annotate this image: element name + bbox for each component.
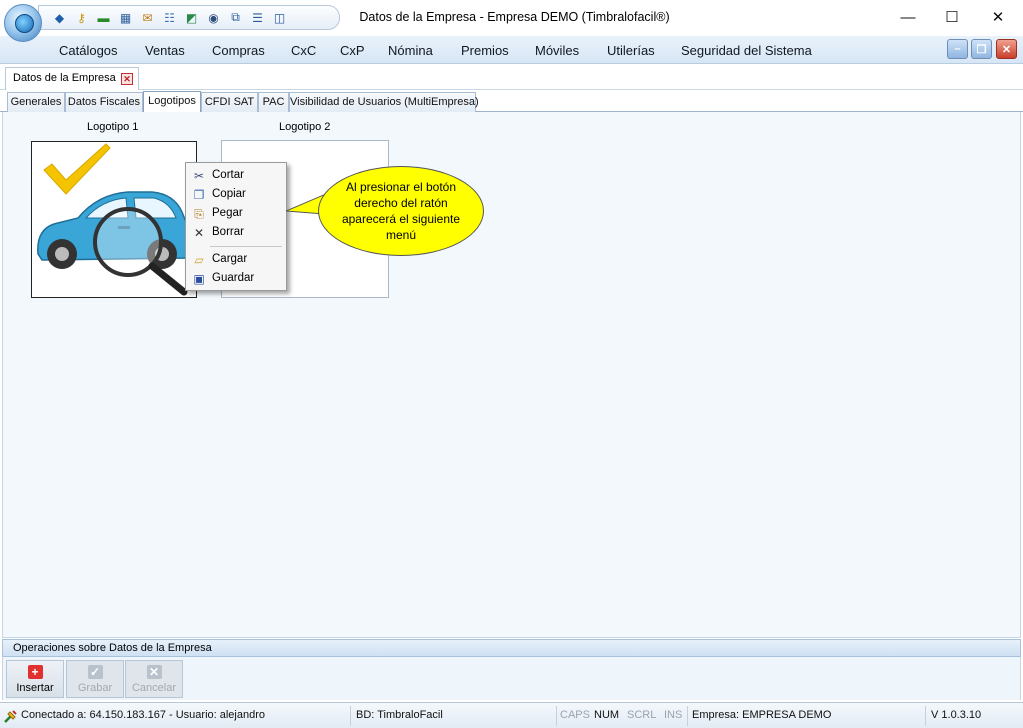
menu-compras[interactable]: Compras xyxy=(212,43,265,58)
mdi-close-icon: ✕ xyxy=(1001,43,1012,56)
context-menu-cargar[interactable]: ▱ Cargar xyxy=(186,250,286,269)
document-tab-strip: Datos de la Empresa ✕ xyxy=(0,64,1023,90)
check-icon: ✓ xyxy=(87,665,103,679)
app-menu-orb-icon[interactable] xyxy=(4,4,42,42)
menu-nomina[interactable]: Nómina xyxy=(388,43,433,58)
car-search-logo-icon xyxy=(37,143,193,296)
insertar-button[interactable]: + Insertar xyxy=(6,660,64,698)
operations-toolbar: + Insertar ✓ Grabar ✕ Cancelar xyxy=(2,657,1021,700)
status-database: BD: TimbraloFacil xyxy=(356,709,443,721)
tab-logotipos[interactable]: Logotipos xyxy=(143,91,201,113)
tab-generales[interactable]: Generales xyxy=(7,92,65,112)
logo1-image-box[interactable] xyxy=(31,141,197,298)
folder-open-icon: ▱ xyxy=(194,253,204,267)
document-tab-label: Datos de la Empresa xyxy=(13,72,116,84)
context-menu-pegar[interactable]: ⎘ Pegar xyxy=(186,204,286,223)
tab-visibilidad-usuarios[interactable]: Visibilidad de Usuarios (MultiEmpresa) xyxy=(289,92,479,112)
delete-icon: ✕ xyxy=(193,226,205,240)
save-icon: ▣ xyxy=(193,272,205,286)
menu-bar: Catálogos Ventas Compras CxC CxP Nómina … xyxy=(0,36,1023,64)
close-icon: ✕ xyxy=(991,9,1005,26)
status-scrl: SCRL xyxy=(627,709,657,721)
context-menu-label: Pegar xyxy=(212,207,243,219)
menu-catalogos[interactable]: Catálogos xyxy=(59,43,118,58)
status-separator xyxy=(350,706,351,726)
context-menu-borrar[interactable]: ✕ Borrar xyxy=(186,223,286,242)
maximize-button[interactable]: ☐ xyxy=(929,4,975,30)
menu-cxp[interactable]: CxP xyxy=(340,43,365,58)
close-button[interactable]: ✕ xyxy=(975,4,1021,30)
document-tab[interactable]: Datos de la Empresa ✕ xyxy=(5,67,139,90)
maximize-icon: ☐ xyxy=(945,9,959,26)
status-bar: Conectado a: 64.150.183.167 - Usuario: a… xyxy=(0,702,1023,728)
context-menu-label: Guardar xyxy=(212,272,255,284)
status-separator xyxy=(687,706,688,726)
connection-plug-icon xyxy=(4,710,17,723)
context-menu-label: Cargar xyxy=(212,253,248,265)
tab-datos-fiscales[interactable]: Datos Fiscales xyxy=(65,92,143,112)
status-company: Empresa: EMPRESA DEMO xyxy=(692,709,832,721)
minimize-button[interactable]: — xyxy=(885,4,931,30)
menu-cxc[interactable]: CxC xyxy=(291,43,316,58)
paste-icon: ⎘ xyxy=(194,207,204,221)
context-menu: ✂ Cortar ❐ Copiar ⎘ Pegar ✕ Borrar ▱ Car… xyxy=(185,162,287,291)
mdi-close-button[interactable]: ✕ xyxy=(996,39,1017,59)
title-bar: ◆ ⚷ ▬ ▦ ✉ ☷ ◩ ◉ ⧉ ☰ ◫ Datos de la Empres… xyxy=(0,0,1023,42)
mdi-restore-button[interactable]: ❐ xyxy=(971,39,992,59)
context-menu-label: Cortar xyxy=(212,169,244,181)
add-icon: + xyxy=(27,665,43,679)
context-menu-copiar[interactable]: ❐ Copiar xyxy=(186,185,286,204)
property-tabs: Generales Datos Fiscales Logotipos CFDI … xyxy=(0,90,1023,113)
status-version: V 1.0.3.10 xyxy=(931,709,982,721)
cancelar-button[interactable]: ✕ Cancelar xyxy=(125,660,183,698)
context-menu-guardar[interactable]: ▣ Guardar xyxy=(186,269,286,288)
cancel-icon: ✕ xyxy=(146,665,162,679)
tab-cfdi-sat[interactable]: CFDI SAT xyxy=(201,92,258,112)
menu-moviles[interactable]: Móviles xyxy=(535,43,579,58)
mdi-minimize-icon: – xyxy=(954,43,961,55)
context-menu-label: Borrar xyxy=(212,226,244,238)
tab-pac[interactable]: PAC xyxy=(258,92,289,112)
logo2-label: Logotipo 2 xyxy=(279,121,331,133)
window-title: Datos de la Empresa - Empresa DEMO (Timb… xyxy=(359,10,670,24)
context-menu-separator xyxy=(210,246,282,247)
status-connection: Conectado a: 64.150.183.167 - Usuario: a… xyxy=(21,709,266,721)
menu-utilerias[interactable]: Utilerías xyxy=(607,43,655,58)
status-num: NUM xyxy=(594,709,620,721)
copy-icon: ❐ xyxy=(193,188,205,202)
status-separator xyxy=(925,706,926,726)
operations-header: Operaciones sobre Datos de la Empresa xyxy=(2,639,1021,657)
context-menu-label: Copiar xyxy=(212,188,246,200)
grabar-label: Grabar xyxy=(77,682,113,694)
insertar-label: Insertar xyxy=(16,682,54,694)
status-caps: CAPS xyxy=(560,709,590,721)
menu-ventas[interactable]: Ventas xyxy=(145,43,185,58)
grabar-button[interactable]: ✓ Grabar xyxy=(66,660,124,698)
logo1-label: Logotipo 1 xyxy=(87,121,139,133)
callout-text: Al presionar el botón derecho del ratón … xyxy=(341,180,461,242)
mdi-restore-icon: ❐ xyxy=(976,43,987,56)
cancelar-label: Cancelar xyxy=(131,682,177,694)
status-ins: INS xyxy=(664,709,683,721)
scissors-icon: ✂ xyxy=(193,169,205,183)
menu-seguridad[interactable]: Seguridad del Sistema xyxy=(681,43,812,58)
mdi-minimize-button[interactable]: – xyxy=(947,39,968,59)
status-separator xyxy=(556,706,557,726)
menu-premios[interactable]: Premios xyxy=(461,43,509,58)
minimize-icon: — xyxy=(900,8,916,26)
document-tab-close-icon[interactable]: ✕ xyxy=(121,73,133,85)
context-menu-cortar[interactable]: ✂ Cortar xyxy=(186,166,286,185)
callout-bubble: Al presionar el botón derecho del ratón … xyxy=(318,166,484,256)
